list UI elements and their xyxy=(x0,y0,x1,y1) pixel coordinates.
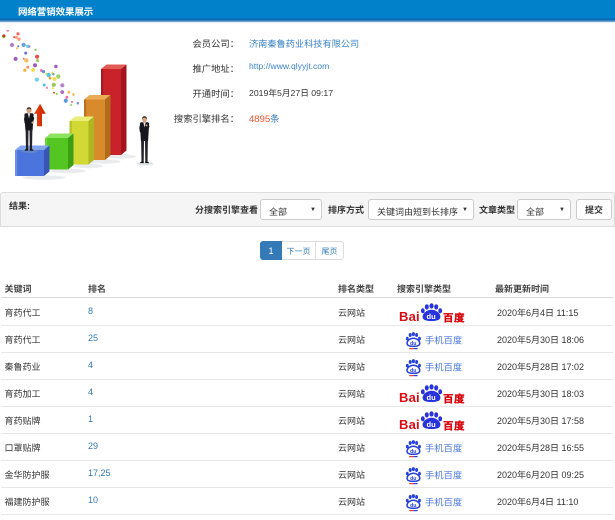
svg-text:手机百度: 手机百度 xyxy=(425,335,462,345)
svg-text:du: du xyxy=(410,368,416,374)
svg-text:手机百度: 手机百度 xyxy=(425,470,462,480)
svg-text:du: du xyxy=(410,503,416,509)
svg-text:du: du xyxy=(427,312,437,321)
svg-text:Bai: Bai xyxy=(399,417,420,431)
svg-text:百度: 百度 xyxy=(443,394,465,404)
svg-text:du: du xyxy=(427,394,437,403)
svg-text:手机百度: 手机百度 xyxy=(425,497,462,507)
svg-text:手机百度: 手机百度 xyxy=(425,362,462,372)
svg-text:du: du xyxy=(410,476,416,482)
svg-text:du: du xyxy=(410,341,416,347)
svg-text:百度: 百度 xyxy=(443,421,465,431)
svg-text:du: du xyxy=(410,449,416,455)
svg-text:手机百度: 手机百度 xyxy=(425,443,462,453)
svg-text:Bai: Bai xyxy=(399,390,420,404)
svg-text:Bai: Bai xyxy=(399,309,420,323)
svg-text:百度: 百度 xyxy=(443,313,465,323)
svg-text:du: du xyxy=(427,421,437,430)
